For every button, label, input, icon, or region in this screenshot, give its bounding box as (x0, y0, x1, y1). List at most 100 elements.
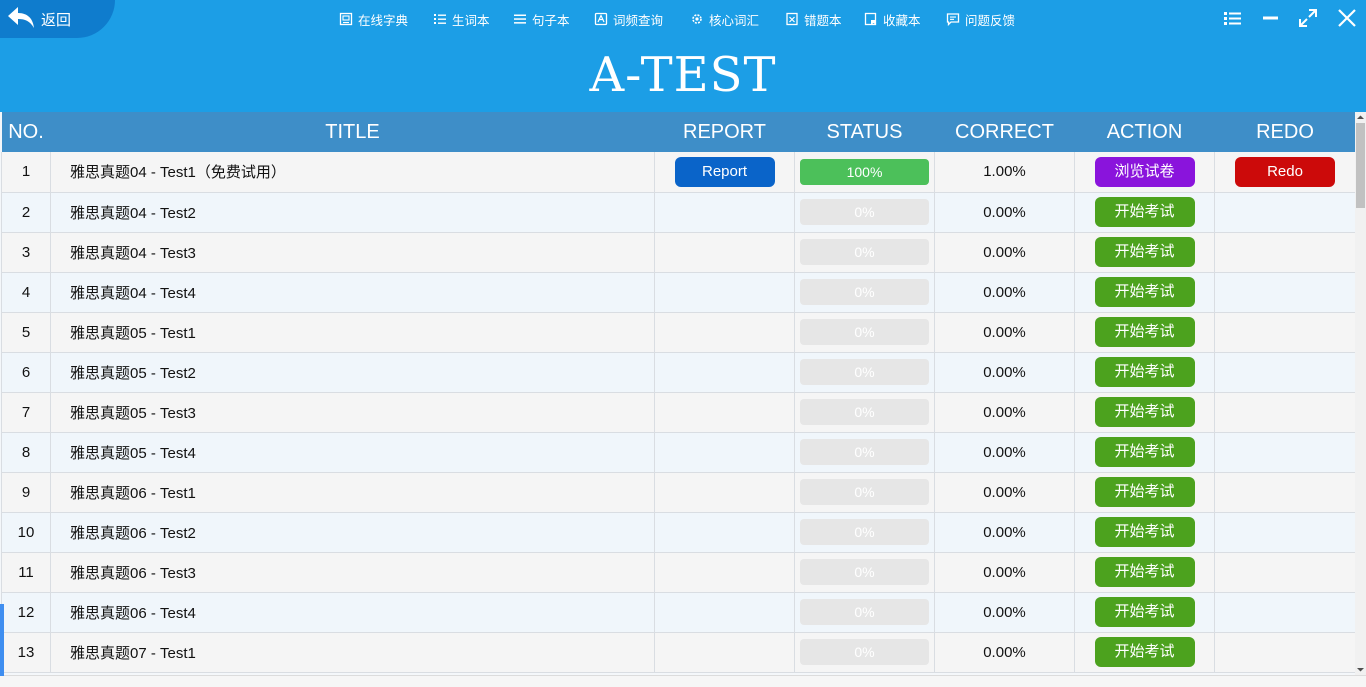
status-progress-bar: 0% (800, 519, 929, 545)
status-progress-bar: 0% (800, 399, 929, 425)
start-exam-button[interactable]: 开始考试 (1094, 517, 1195, 547)
start-exam-button[interactable]: 开始考试 (1094, 237, 1195, 267)
minimize-button[interactable] (1260, 7, 1282, 29)
report-cell (654, 592, 795, 633)
status-cell: 0% (794, 552, 935, 593)
header-status: STATUS (826, 120, 903, 143)
close-button[interactable] (1336, 7, 1358, 29)
menu-label: 问题反馈 (965, 12, 1016, 28)
status-text: 0% (854, 404, 875, 420)
menu-label: 词频查询 (613, 12, 664, 28)
status-progress-bar: 100% (800, 158, 929, 185)
redo-cell (1214, 232, 1356, 273)
test-title: 雅思真题06 - Test4 (50, 592, 655, 633)
side-tab[interactable] (0, 604, 4, 676)
feedback-icon (946, 13, 960, 26)
status-text: 0% (854, 644, 875, 660)
header-redo: REDO (1256, 120, 1314, 143)
row-number: 11 (1, 552, 51, 593)
correct-rate: 0.00% (934, 352, 1075, 393)
status-cell: 0% (794, 432, 935, 473)
table-row: 1 雅思真题04 - Test1（免费试用） Report 100% 1.00% 浏览试卷… (1, 152, 1356, 193)
action-cell: 开始考试 (1074, 632, 1215, 673)
table-row: 4 雅思真题04 - Test4 0% 0.00% 开始考试 (1, 272, 1356, 313)
redo-cell (1214, 472, 1356, 513)
scrollbar-thumb[interactable] (1356, 123, 1365, 208)
start-exam-button[interactable]: 开始考试 (1094, 597, 1195, 627)
correct-rate: 0.00% (934, 632, 1075, 673)
mistake-book-icon (786, 12, 798, 26)
back-button[interactable]: 返回 (0, 0, 115, 38)
report-button[interactable]: Report (674, 156, 775, 187)
report-cell: Report (654, 152, 795, 193)
status-cell: 0% (794, 312, 935, 353)
status-progress-bar: 0% (800, 279, 929, 305)
report-cell (654, 192, 795, 233)
start-exam-button[interactable]: 开始考试 (1094, 357, 1195, 387)
redo-cell (1214, 392, 1356, 433)
start-exam-button[interactable]: 开始考试 (1094, 277, 1195, 307)
menu-label: 核心词汇 (709, 12, 760, 28)
scroll-down-arrow-icon[interactable] (1355, 664, 1366, 675)
table-row: 7 雅思真题05 - Test3 0% 0.00% 开始考试 (1, 392, 1356, 433)
start-exam-button[interactable]: 开始考试 (1094, 437, 1195, 467)
status-cell: 0% (794, 232, 935, 273)
test-title: 雅思真题06 - Test2 (50, 512, 655, 553)
redo-cell (1214, 192, 1356, 233)
correct-rate: 0.00% (934, 272, 1075, 313)
status-progress-bar: 0% (800, 199, 929, 225)
status-cell: 0% (794, 352, 935, 393)
menu-favorites-book[interactable]: 收藏本 (864, 9, 921, 29)
test-title: 雅思真题07 - Test1 (50, 632, 655, 673)
start-exam-button[interactable]: 开始考试 (1094, 557, 1195, 587)
menu-vocabulary-book[interactable]: 生词本 (433, 9, 490, 29)
start-exam-button[interactable]: 开始考试 (1094, 477, 1195, 507)
menu-online-dictionary[interactable]: 在线字典 (339, 9, 408, 29)
action-cell: 开始考试 (1074, 192, 1215, 233)
test-title: 雅思真题04 - Test4 (50, 272, 655, 313)
bottom-strip (0, 675, 1366, 687)
table-row: 9 雅思真题06 - Test1 0% 0.00% 开始考试 (1, 472, 1356, 513)
lines-icon (514, 14, 526, 24)
correct-rate: 0.00% (934, 192, 1075, 233)
menu-mistake-book[interactable]: 错题本 (785, 9, 842, 29)
status-text: 100% (846, 163, 883, 180)
status-cell: 100% (794, 152, 935, 193)
correct-rate: 0.00% (934, 552, 1075, 593)
redo-cell (1214, 432, 1356, 473)
row-number: 6 (1, 352, 51, 393)
status-text: 0% (854, 324, 875, 340)
status-cell: 0% (794, 632, 935, 673)
table-row: 11 雅思真题06 - Test3 0% 0.00% 开始考试 (1, 552, 1356, 593)
expand-icon (1299, 9, 1317, 27)
menu-sentence-book[interactable]: 句子本 (513, 9, 570, 29)
report-cell (654, 312, 795, 353)
scrollbar[interactable] (1355, 112, 1366, 675)
menu-core-vocabulary[interactable]: 核心词汇 (690, 9, 759, 29)
test-title: 雅思真题04 - Test3 (50, 232, 655, 273)
row-number: 3 (1, 232, 51, 273)
test-title: 雅思真题05 - Test3 (50, 392, 655, 433)
report-cell (654, 512, 795, 553)
row-number: 10 (1, 512, 51, 553)
redo-button[interactable]: Redo (1235, 156, 1335, 187)
start-exam-button[interactable]: 开始考试 (1094, 637, 1195, 667)
status-text: 0% (854, 484, 875, 500)
start-exam-button[interactable]: 开始考试 (1094, 397, 1195, 427)
report-cell (654, 272, 795, 313)
start-exam-button[interactable]: 开始考试 (1094, 317, 1195, 347)
dictionary-icon (339, 12, 353, 26)
maximize-button[interactable] (1297, 7, 1319, 29)
menu-feedback[interactable]: 问题反馈 (946, 9, 1015, 29)
status-cell: 0% (794, 192, 935, 233)
scroll-up-arrow-icon[interactable] (1355, 112, 1366, 123)
report-cell (654, 232, 795, 273)
menu-word-frequency[interactable]: 词频查询 (594, 9, 663, 29)
correct-rate: 0.00% (934, 232, 1075, 273)
start-exam-button[interactable]: 开始考试 (1094, 197, 1195, 227)
report-cell (654, 392, 795, 433)
status-text: 0% (854, 524, 875, 540)
status-progress-bar: 0% (800, 319, 929, 345)
settings-menu-button[interactable] (1222, 7, 1244, 29)
review-paper-button[interactable]: 浏览试卷 (1094, 156, 1195, 187)
